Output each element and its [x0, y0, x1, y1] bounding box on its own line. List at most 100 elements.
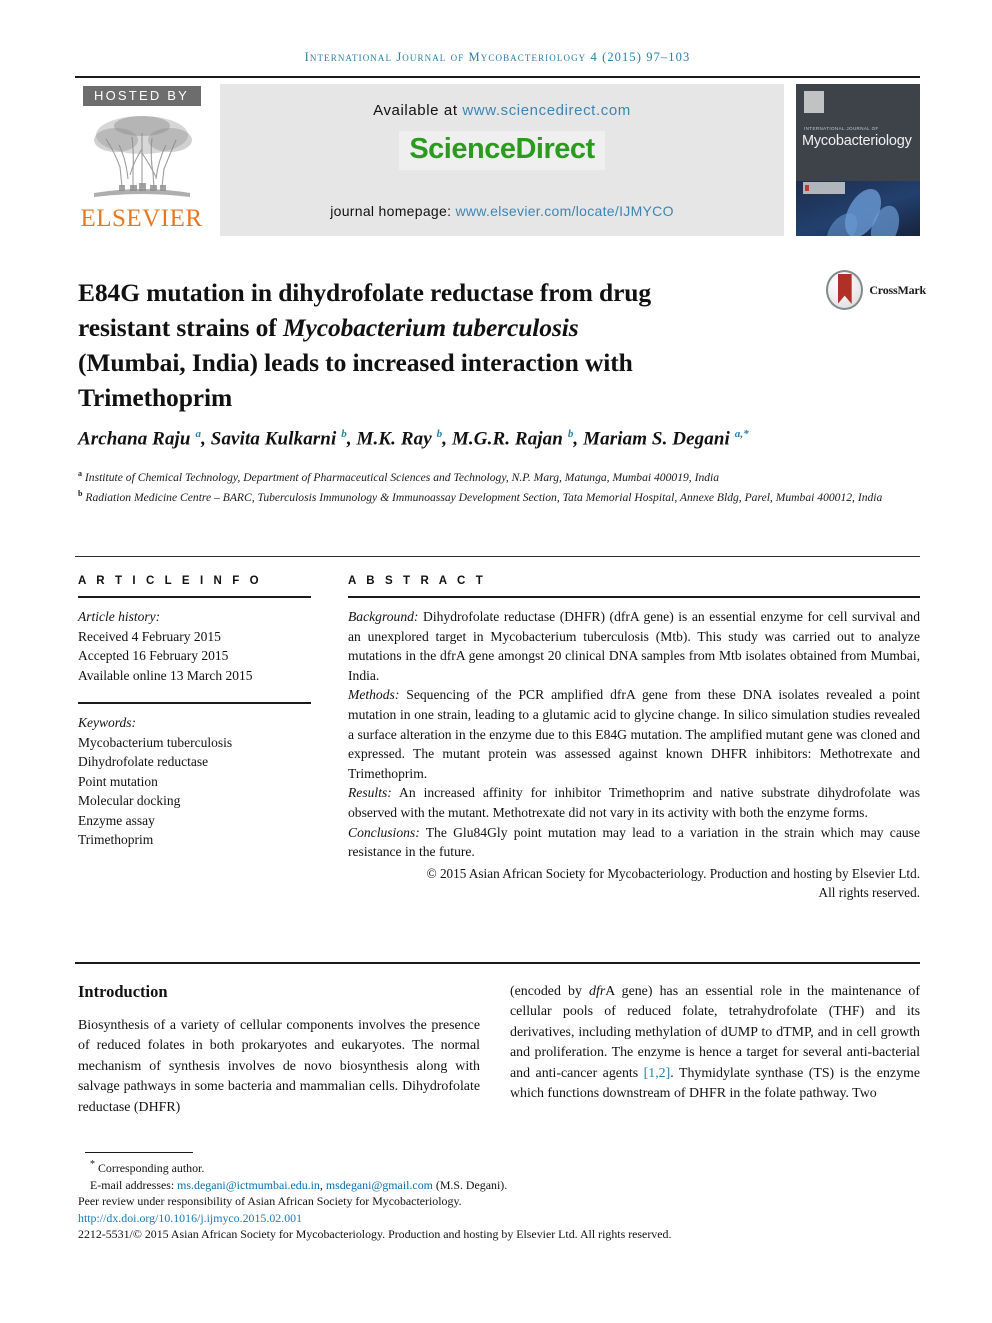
- history-item: Available online 13 March 2015: [78, 667, 253, 683]
- body-column-right: (encoded by dfrA gene) has an essential …: [510, 982, 920, 1104]
- author-affiliation-marker: a,*: [734, 428, 749, 440]
- title-species-name: Mycobacterium tuberculosis: [282, 313, 579, 343]
- crossmark-label: CrossMark: [869, 282, 926, 297]
- author-affiliation-marker: b: [341, 428, 347, 440]
- history-item: Accepted 16 February 2015: [78, 648, 229, 663]
- intro-right-part-a: (encoded by: [510, 984, 590, 999]
- abstract-conclusions-text: The Glu84Gly point mutation may lead to …: [348, 824, 920, 860]
- keyword-item: Trimethoprim: [78, 832, 154, 847]
- abstract-rule: [348, 596, 920, 598]
- cover-elsevier-mark-icon: [804, 91, 824, 113]
- introduction-heading: Introduction: [78, 982, 168, 1001]
- journal-cover-column: INTERNATIONAL JOURNAL OF Mycobacteriolog…: [796, 84, 920, 236]
- cover-kicker: INTERNATIONAL JOURNAL OF: [804, 126, 879, 131]
- article-history-label: Article history:: [78, 609, 161, 624]
- asterisk-icon: *: [90, 1159, 95, 1170]
- author-name[interactable]: Archana Raju: [78, 428, 191, 449]
- keywords-block: Keywords: Mycobacterium tuberculosis Dih…: [78, 702, 311, 850]
- copyright-line-2: All rights reserved.: [818, 885, 920, 901]
- abstract-paragraph-conclusions: Conclusions: The Glu84Gly point mutation…: [348, 823, 920, 862]
- peer-review-note: Peer review under responsibility of Asia…: [78, 1194, 462, 1209]
- abstract-methods-label: Methods:: [348, 687, 400, 703]
- affiliation-item: a Institute of Chemical Technology, Depa…: [78, 466, 930, 486]
- page-title: E84G mutation in dihydrofolate reductase…: [78, 275, 818, 415]
- cover-banner-dot-icon: [805, 185, 809, 191]
- abstract-heading: A B S T R A C T: [348, 575, 487, 587]
- abstract-results-label: Results:: [348, 785, 392, 801]
- cover-journal-title: Mycobacteriology: [802, 133, 912, 149]
- email-line: E-mail addresses: ms.degani@ictmumbai.ed…: [78, 1177, 923, 1194]
- corresponding-author-note: * Corresponding author.: [78, 1157, 923, 1177]
- keyword-item: Enzyme assay: [78, 812, 155, 828]
- article-page: International Journal of Mycobacteriolog…: [0, 0, 992, 1323]
- elsevier-tree-icon: [93, 116, 192, 197]
- author-list: Archana Raju a, Savita Kulkarni b, M.K. …: [78, 428, 749, 450]
- journal-homepage-label: journal homepage:: [330, 203, 456, 219]
- article-info-heading: A R T I C L E I N F O: [78, 575, 263, 587]
- keywords-body: Keywords: Mycobacterium tuberculosis Dih…: [78, 713, 311, 850]
- divider-above-abstract: [75, 556, 920, 557]
- title-line-3: (Mumbai, India) leads to increased inter…: [78, 348, 633, 378]
- journal-homepage-link[interactable]: www.elsevier.com/locate/IJMYCO: [455, 203, 673, 219]
- introduction-paragraph-left: Biosynthesis of a variety of cellular co…: [78, 1018, 480, 1115]
- email-link-secondary[interactable]: msdegani@gmail.com: [326, 1178, 433, 1192]
- crossmark-ribbon-icon: [837, 274, 852, 304]
- title-block: E84G mutation in dihydrofolate reductase…: [78, 258, 818, 432]
- copyright-line-1: © 2015 Asian African Society for Mycobac…: [426, 865, 920, 881]
- abstract-paragraph-methods: Methods: Sequencing of the PCR amplified…: [348, 685, 920, 783]
- journal-masthead: HOSTED BY ELSEVIER Available at www.scie…: [75, 76, 920, 240]
- abstract-paragraph-background: Background: Dihydrofolate reductase (DHF…: [348, 607, 920, 685]
- elsevier-wordmark: ELSEVIER: [80, 205, 203, 232]
- abstract-results-text: An increased affinity for inhibitor Trim…: [348, 785, 920, 820]
- issn-copyright-line: 2212-5531/© 2015 Asian African Society f…: [78, 1227, 672, 1242]
- affiliation-list: a Institute of Chemical Technology, Depa…: [78, 466, 930, 507]
- doi-link[interactable]: http://dx.doi.org/10.1016/j.ijmyco.2015.…: [78, 1210, 923, 1227]
- divider-above-body: [75, 962, 920, 964]
- footnote-divider: [85, 1152, 193, 1153]
- affiliation-text: Institute of Chemical Technology, Depart…: [84, 470, 720, 484]
- affiliation-marker: a: [78, 469, 82, 478]
- title-line-2-prefix: resistant strains of: [78, 313, 283, 343]
- corresponding-author-label: Corresponding author.: [97, 1160, 205, 1175]
- keyword-item: Point mutation: [78, 773, 158, 789]
- author-name[interactable]: M.G.R. Rajan: [452, 428, 563, 449]
- abstract-conclusions-label: Conclusions:: [348, 824, 420, 840]
- abstract-paragraph-results: Results: An increased affinity for inhib…: [348, 783, 920, 822]
- article-history-block: Article history: Received 4 February 201…: [78, 607, 311, 685]
- gene-name-italic: dfr: [589, 984, 606, 999]
- introduction-paragraph-right: (encoded by dfrA gene) has an essential …: [510, 982, 920, 1104]
- author-name[interactable]: M.K. Ray: [357, 428, 432, 449]
- abstract-body: Background: Dihydrofolate reductase (DHF…: [348, 607, 920, 903]
- sciencedirect-logo-wrap: ScienceDirect: [220, 131, 784, 170]
- article-info-rule: [78, 596, 311, 598]
- sciencedirect-url-link[interactable]: www.sciencedirect.com: [462, 102, 630, 119]
- email-addresses-label: E-mail addresses:: [90, 1177, 178, 1192]
- affiliation-item: b Radiation Medicine Centre – BARC, Tube…: [78, 486, 930, 506]
- history-item: Received 4 February 2015: [78, 628, 221, 644]
- affiliation-marker: b: [78, 489, 83, 499]
- abstract-copyright: © 2015 Asian African Society for Mycobac…: [348, 864, 920, 903]
- sciencedirect-logo[interactable]: ScienceDirect: [399, 131, 605, 170]
- body-column-left: Introduction Biosynthesis of a variety o…: [78, 982, 480, 1118]
- article-info-section: A R T I C L E I N F O Article history: R…: [78, 575, 311, 850]
- available-at-line: Available at www.sciencedirect.com: [220, 102, 784, 119]
- author-affiliation-marker: b: [567, 428, 574, 440]
- journal-cover-image: INTERNATIONAL JOURNAL OF Mycobacteriolog…: [796, 84, 920, 236]
- email-link-primary[interactable]: ms.degani@ictmumbai.edu.in: [177, 1178, 320, 1192]
- abstract-background-text: Dihydrofolate reductase (DHFR) (dfrA gen…: [348, 609, 920, 683]
- available-at-label: Available at: [373, 102, 463, 119]
- cover-banner-strip: [803, 182, 845, 194]
- keywords-label: Keywords:: [78, 715, 136, 730]
- elsevier-branding: HOSTED BY ELSEVIER: [75, 84, 208, 236]
- abstract-background-label: Background:: [348, 609, 419, 624]
- keywords-rule: [78, 702, 311, 704]
- abstract-section: A B S T R A C T Background: Dihydrofolat…: [348, 575, 920, 903]
- running-head: International Journal of Mycobacteriolog…: [304, 50, 691, 64]
- author-affiliation-marker: a: [195, 428, 202, 440]
- crossmark-badge[interactable]: CrossMark: [826, 268, 926, 312]
- citation-link[interactable]: [1,2]: [644, 1066, 671, 1081]
- keyword-item: Mycobacterium tuberculosis: [78, 734, 233, 750]
- author-name[interactable]: Savita Kulkarni: [211, 428, 337, 449]
- author-name[interactable]: Mariam S. Degani: [583, 428, 730, 449]
- sciencedirect-panel: Available at www.sciencedirect.com Scien…: [220, 84, 784, 236]
